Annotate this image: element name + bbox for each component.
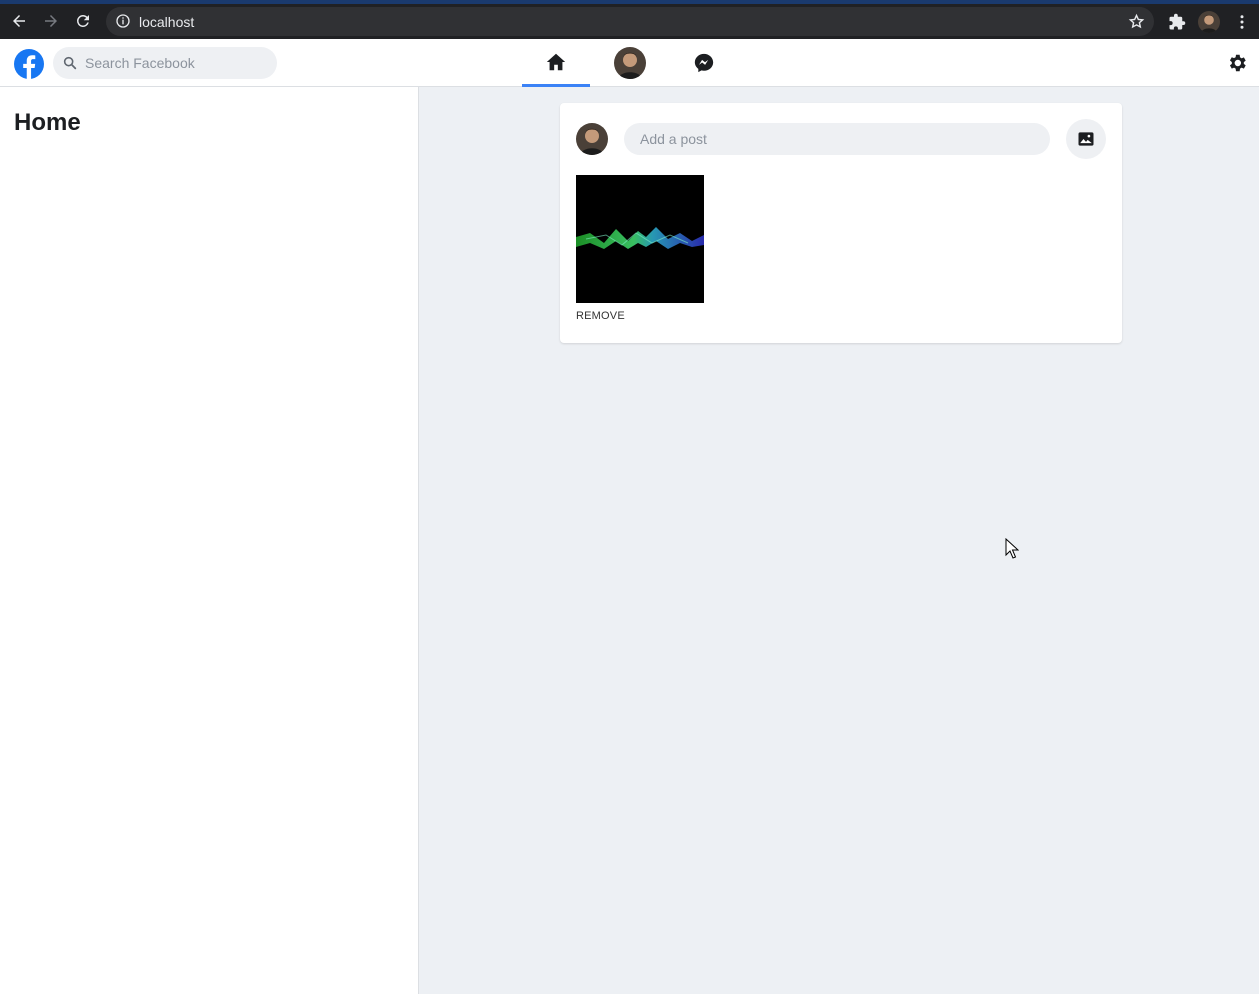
search-input[interactable] xyxy=(85,47,270,79)
avatar-image xyxy=(614,47,646,79)
main-feed: REMOVE xyxy=(419,87,1259,994)
page-title: Home xyxy=(14,109,81,136)
search-icon xyxy=(63,56,77,70)
image-icon xyxy=(1078,132,1094,146)
tab-messenger[interactable] xyxy=(670,39,738,87)
reload-icon xyxy=(76,14,89,27)
info-icon[interactable] xyxy=(115,13,131,29)
back-icon xyxy=(13,15,25,27)
tab-home[interactable] xyxy=(522,39,590,87)
add-image-button[interactable] xyxy=(1066,119,1106,159)
avatar xyxy=(614,47,646,79)
url-text: localhost xyxy=(139,14,195,30)
home-icon xyxy=(546,53,566,70)
forward-button[interactable] xyxy=(40,10,62,32)
search-box[interactable] xyxy=(53,47,277,79)
post-composer: REMOVE xyxy=(560,103,1122,343)
avatar-image xyxy=(1198,11,1220,33)
extensions-icon[interactable] xyxy=(1168,13,1186,31)
profile-avatar[interactable] xyxy=(1198,11,1220,33)
gear-icon[interactable] xyxy=(1226,52,1248,74)
reload-button[interactable] xyxy=(72,10,94,32)
address-bar[interactable]: localhost xyxy=(106,7,1154,36)
mouse-cursor-icon xyxy=(1005,538,1019,559)
messenger-icon xyxy=(694,53,714,73)
menu-icon[interactable] xyxy=(1233,12,1251,32)
star-icon[interactable] xyxy=(1128,13,1145,30)
back-button[interactable] xyxy=(8,10,30,32)
browser-toolbar: localhost xyxy=(0,0,1259,39)
image-preview xyxy=(576,175,704,303)
preview-image xyxy=(576,175,704,303)
post-input[interactable] xyxy=(624,123,1050,155)
avatar-image xyxy=(576,123,608,155)
forward-icon xyxy=(45,15,57,27)
avatar xyxy=(576,123,608,155)
facebook-logo-icon[interactable] xyxy=(14,49,44,79)
tab-profile[interactable] xyxy=(598,39,662,87)
remove-button[interactable]: REMOVE xyxy=(576,310,625,322)
app-header xyxy=(0,39,1259,87)
left-sidebar: Home xyxy=(0,87,419,994)
